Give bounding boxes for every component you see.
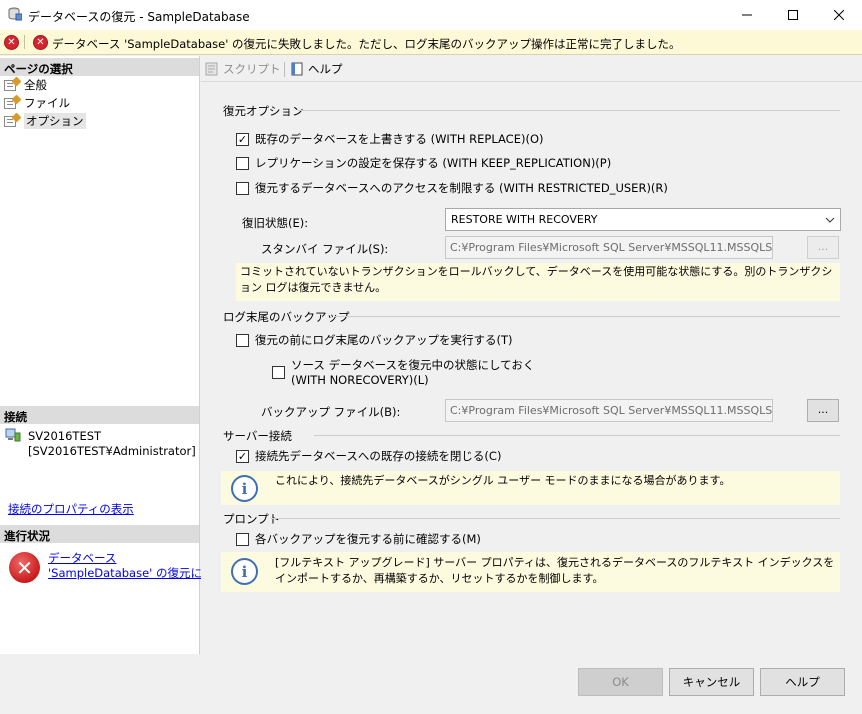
- divider: [24, 35, 25, 49]
- help-book-icon: [291, 62, 303, 76]
- restricted-user-checkbox[interactable]: [236, 181, 249, 195]
- page-icon: [3, 76, 22, 92]
- keep-replication-option[interactable]: レプリケーションの設定を保存する (WITH KEEP_REPLICATION)…: [236, 155, 611, 171]
- page-general[interactable]: 全般: [3, 76, 47, 94]
- close-icon: [834, 10, 844, 20]
- progress-line-2: 'SampleDatabase' の復元に: [48, 566, 202, 580]
- script-label: スクリプト: [223, 62, 281, 76]
- tail-log-label: 復元の前にログ末尾のバックアップを実行する(T): [255, 333, 513, 347]
- keep-replication-checkbox[interactable]: [236, 156, 249, 170]
- prompt-info-text: [フルテキスト アップグレード] サーバー プロパティは、復元されるデータベース…: [275, 556, 835, 585]
- options-page: スクリプト ヘルプ 復元オプション ✓ 既存のデータベースを上書きする (WIT…: [201, 56, 862, 654]
- recovery-state-note: コミットされていないトランザクションをロールバックして、データベースを使用可能な…: [236, 263, 840, 301]
- maximize-button[interactable]: [770, 0, 816, 30]
- server-connections-info: i これにより、接続先データベースがシングル ユーザー モードのままになる場合が…: [221, 471, 840, 505]
- norecovery-label: ソース データベースを復元中の状態にしておく (WITH NORECOVERY)…: [291, 358, 534, 388]
- recovery-state-value: RESTORE WITH RECOVERY: [451, 213, 598, 226]
- info-icon: i: [231, 475, 258, 502]
- with-replace-option[interactable]: ✓ 既存のデータベースを上書きする (WITH REPLACE)(O): [236, 131, 544, 147]
- tail-log-option[interactable]: 復元の前にログ末尾のバックアップを実行する(T): [236, 332, 513, 348]
- restore-options-title: 復元オプション: [223, 104, 304, 118]
- database-restore-icon: [8, 7, 22, 21]
- info-icon: i: [231, 558, 258, 585]
- window-title: データベースの復元 - SampleDatabase: [28, 10, 250, 24]
- script-icon: [205, 62, 218, 76]
- prompt-title: プロンプト: [223, 512, 281, 526]
- tail-log-checkbox[interactable]: [236, 333, 249, 347]
- script-button[interactable]: スクリプト: [204, 61, 300, 77]
- toolbar-help-label: ヘルプ: [308, 62, 343, 76]
- with-replace-checkbox[interactable]: ✓: [236, 132, 249, 146]
- confirm-each-checkbox[interactable]: [236, 532, 249, 546]
- server-connections-info-text: これにより、接続先データベースがシングル ユーザー モードのままになる場合があり…: [275, 474, 731, 487]
- chevron-down-icon: [825, 217, 835, 223]
- close-connections-label: 接続先データベースへの既存の接続を閉じる(C): [255, 449, 502, 463]
- error-message-bar: ✕ ✕ データベース 'SampleDatabase' の復元に失敗しました。た…: [0, 30, 862, 55]
- page-select-header: ページの選択: [0, 58, 199, 76]
- server-user: [SV2016TEST¥Administrator]: [28, 444, 196, 458]
- group-divider: [335, 316, 840, 317]
- norecovery-option[interactable]: ソース データベースを復元中の状態にしておく (WITH NORECOVERY)…: [272, 358, 534, 388]
- ok-button[interactable]: OK: [578, 668, 663, 696]
- page-files-label: ファイル: [24, 96, 70, 110]
- group-divider: [298, 110, 840, 111]
- restricted-user-label: 復元するデータベースへのアクセスを制限する (WITH RESTRICTED_U…: [255, 181, 668, 195]
- page-options-label: オプション: [24, 113, 86, 129]
- norecovery-line-2: (WITH NORECOVERY)(L): [291, 373, 429, 387]
- close-window-button[interactable]: [816, 0, 862, 30]
- recovery-state-label: 復旧状態(E):: [242, 216, 309, 230]
- progress-line-1: データベース: [48, 551, 117, 565]
- norecovery-checkbox[interactable]: [272, 366, 285, 379]
- progress-header: 進行状況: [0, 525, 199, 543]
- page-options[interactable]: オプション: [3, 112, 86, 130]
- server-info: SV2016TEST [SV2016TEST¥Administrator]: [28, 429, 196, 459]
- recovery-state-select[interactable]: RESTORE WITH RECOVERY: [445, 208, 841, 231]
- backup-file-label: バックアップ ファイル(B):: [261, 405, 401, 419]
- restricted-user-option[interactable]: 復元するデータベースへのアクセスを制限する (WITH RESTRICTED_U…: [236, 180, 668, 196]
- help-button[interactable]: ヘルプ: [760, 668, 845, 696]
- minimize-icon: [742, 14, 752, 16]
- page-icon: [3, 94, 22, 110]
- backup-file-field[interactable]: C:¥Program Files¥Microsoft SQL Server¥MS…: [445, 399, 773, 422]
- page-general-label: 全般: [24, 78, 47, 92]
- connection-header: 接続: [0, 406, 199, 424]
- confirm-each-label: 各バックアップを復元する前に確認する(M): [255, 532, 481, 546]
- prompt-info: i [フルテキスト アップグレード] サーバー プロパティは、復元されるデータベ…: [221, 552, 840, 592]
- cancel-button[interactable]: キャンセル: [669, 668, 754, 696]
- server-name: SV2016TEST: [28, 429, 102, 443]
- backup-file-browse-button[interactable]: ...: [807, 399, 839, 422]
- title-bar: データベースの復元 - SampleDatabase: [0, 0, 862, 30]
- tail-log-title: ログ末尾のバックアップ: [223, 310, 350, 324]
- confirm-each-option[interactable]: 各バックアップを復元する前に確認する(M): [236, 531, 481, 547]
- minimize-button[interactable]: [724, 0, 770, 30]
- norecovery-line-1: ソース データベースを復元中の状態にしておく: [291, 358, 535, 372]
- group-divider: [314, 435, 840, 436]
- group-divider: [271, 518, 840, 519]
- close-connections-checkbox[interactable]: ✓: [236, 449, 249, 463]
- with-replace-label: 既存のデータベースを上書きする (WITH REPLACE)(O): [255, 132, 544, 146]
- toolbar-divider: [284, 62, 285, 77]
- server-connection-icon: [5, 428, 21, 442]
- connection-properties-link[interactable]: 接続のプロパティの表示: [8, 501, 134, 517]
- standby-file-field[interactable]: C:¥Program Files¥Microsoft SQL Server¥MS…: [445, 236, 773, 259]
- close-connections-option[interactable]: ✓ 接続先データベースへの既存の接続を閉じる(C): [236, 448, 501, 464]
- toolbar-help-button[interactable]: ヘルプ: [290, 61, 343, 77]
- error-message: データベース 'SampleDatabase' の復元に失敗しました。ただし、ロ…: [52, 37, 681, 51]
- page-icon: [3, 112, 22, 128]
- progress-error-link[interactable]: データベース 'SampleDatabase' の復元に: [48, 551, 202, 581]
- dismiss-error-icon[interactable]: ✕: [4, 35, 19, 50]
- error-icon: ✕: [9, 552, 40, 583]
- standby-file-browse-button[interactable]: ...: [807, 236, 839, 259]
- keep-replication-label: レプリケーションの設定を保存する (WITH KEEP_REPLICATION)…: [255, 156, 612, 170]
- error-icon: ✕: [33, 35, 48, 50]
- left-panel: ページの選択 全般 ファイル オプション 接続 SV2016TEST [SV20…: [0, 56, 202, 654]
- server-connections-title: サーバー接続: [223, 429, 292, 443]
- toolbar: スクリプト ヘルプ: [201, 56, 862, 82]
- standby-file-label: スタンバイ ファイル(S):: [261, 242, 389, 256]
- maximize-icon: [788, 10, 798, 20]
- page-files[interactable]: ファイル: [3, 94, 70, 112]
